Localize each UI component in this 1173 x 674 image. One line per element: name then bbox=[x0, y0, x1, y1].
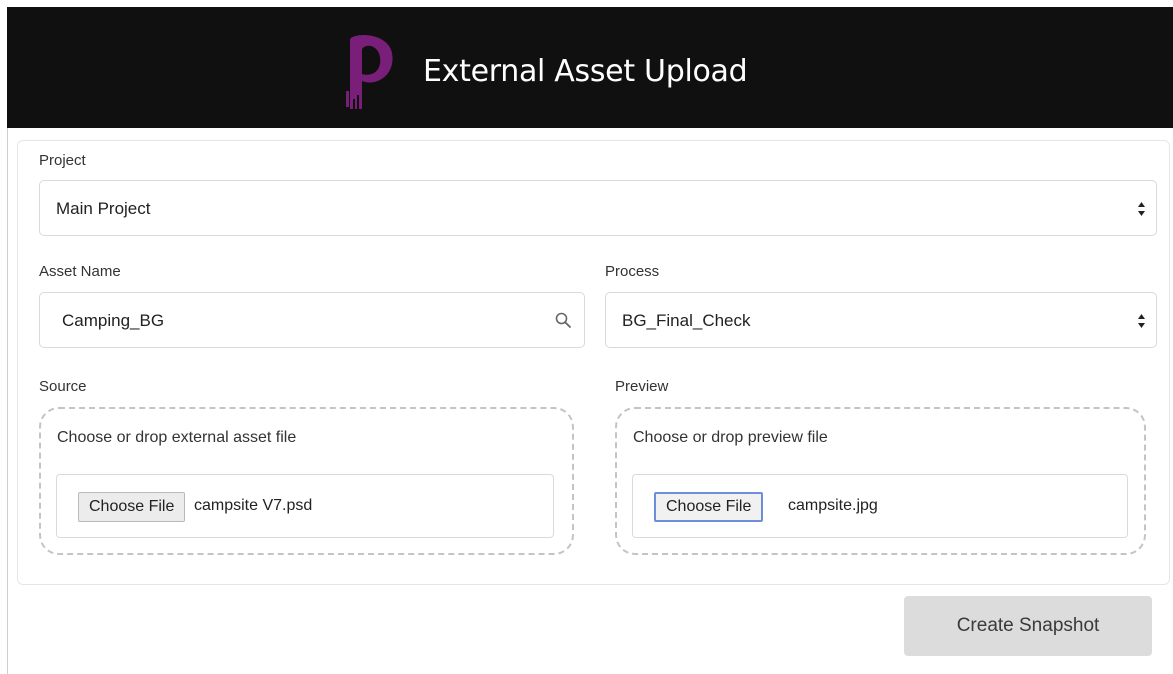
upload-page: External Asset Upload Project Main Proje… bbox=[0, 0, 1173, 674]
search-icon[interactable] bbox=[554, 311, 572, 329]
upload-form: Project Main Project Asset Name Camping_… bbox=[17, 140, 1170, 585]
project-label: Project bbox=[39, 152, 86, 169]
app-header: External Asset Upload bbox=[7, 7, 1173, 128]
project-select-value: Main Project bbox=[56, 199, 151, 218]
source-file-input[interactable]: Choose File campsite V7.psd bbox=[56, 474, 554, 538]
preview-file-name: campsite.jpg bbox=[788, 497, 878, 514]
preview-file-input[interactable]: Choose File campsite.jpg bbox=[632, 474, 1128, 538]
source-drop-hint: Choose or drop external asset file bbox=[57, 429, 297, 446]
source-label: Source bbox=[39, 378, 87, 395]
preview-choose-file-button[interactable]: Choose File bbox=[654, 492, 764, 522]
preview-drop-hint: Choose or drop preview file bbox=[633, 429, 828, 446]
source-file-name: campsite V7.psd bbox=[194, 497, 313, 514]
asset-name-label: Asset Name bbox=[39, 263, 121, 280]
create-snapshot-button[interactable]: Create Snapshot bbox=[904, 596, 1152, 656]
process-label: Process bbox=[605, 263, 660, 280]
process-select-value: BG_Final_Check bbox=[622, 311, 751, 330]
project-select[interactable]: Main Project bbox=[39, 180, 1157, 236]
app-title: External Asset Upload bbox=[423, 54, 748, 89]
page-border bbox=[7, 128, 8, 674]
select-arrows-icon bbox=[1138, 314, 1145, 328]
preview-label: Preview bbox=[615, 378, 669, 395]
process-select[interactable]: BG_Final_Check bbox=[605, 292, 1157, 348]
select-arrows-icon bbox=[1138, 202, 1145, 216]
preview-dropzone[interactable]: Choose or drop preview file Choose File … bbox=[615, 407, 1146, 555]
asset-name-value: Camping_BG bbox=[62, 311, 165, 330]
brand-logo-icon bbox=[346, 35, 393, 111]
source-choose-file-button[interactable]: Choose File bbox=[78, 492, 186, 522]
asset-name-input[interactable]: Camping_BG bbox=[39, 292, 585, 348]
source-dropzone[interactable]: Choose or drop external asset file Choos… bbox=[39, 407, 574, 555]
